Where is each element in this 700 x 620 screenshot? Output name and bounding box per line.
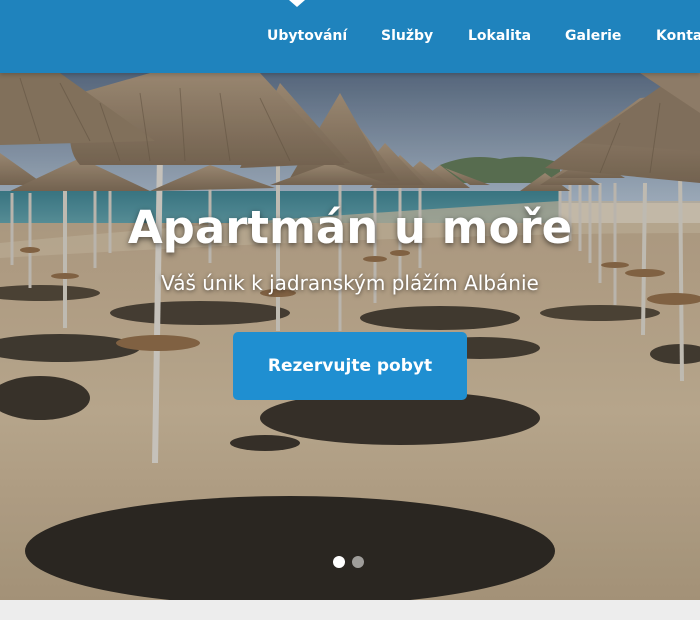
nav-item-ubytovani[interactable]: Ubytování xyxy=(267,28,347,44)
hero-title: Apartmán u moře xyxy=(127,201,573,254)
page-below-hero xyxy=(0,600,700,620)
carousel-dot-1[interactable] xyxy=(333,556,345,568)
carousel-dot-2[interactable] xyxy=(352,556,364,568)
nav-item-galerie[interactable]: Galerie xyxy=(565,28,621,44)
nav-item-sluzby[interactable]: Služby xyxy=(381,28,433,44)
top-navbar: Ubytování Služby Lokalita Galerie Kontak… xyxy=(0,0,700,73)
carousel-pagination xyxy=(333,556,373,568)
hero-subtitle: Váš únik k jadranským plážím Albánie xyxy=(161,271,539,295)
hero-slider: Apartmán u moře Váš únik k jadranským pl… xyxy=(0,73,700,600)
active-caret-indicator xyxy=(289,0,305,7)
book-stay-button[interactable]: Rezervujte pobyt xyxy=(233,332,467,400)
main-menu: Ubytování Služby Lokalita Galerie Kontak… xyxy=(0,28,700,48)
nav-item-kontakt[interactable]: Kontakt xyxy=(656,28,700,44)
nav-item-lokalita[interactable]: Lokalita xyxy=(468,28,531,44)
